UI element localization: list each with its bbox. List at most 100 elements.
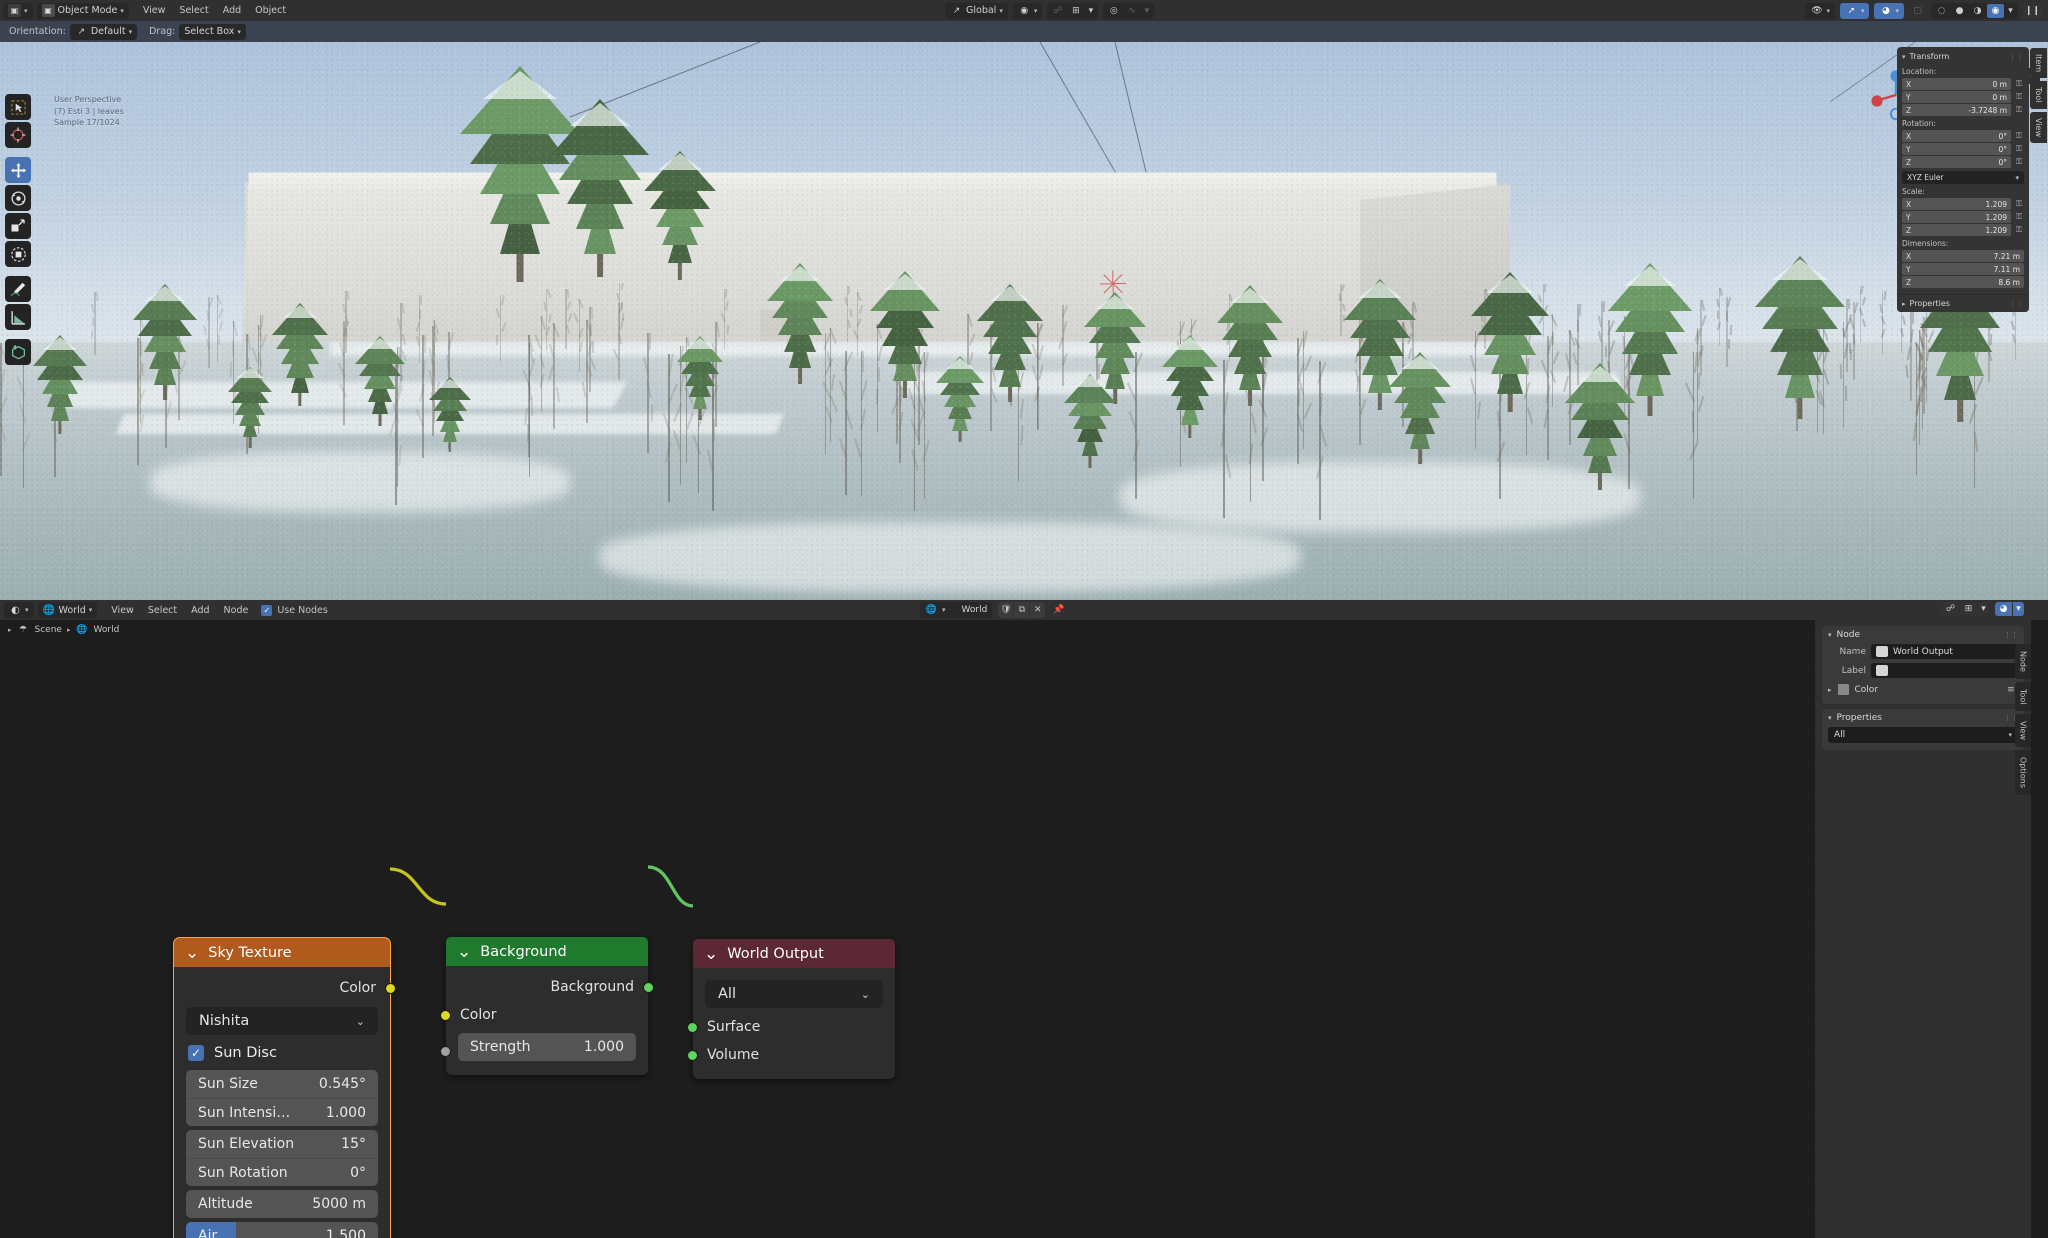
close-icon[interactable]: ✕ [1030,601,1046,618]
lock-icon[interactable]: ⚿ [2014,157,2024,168]
falloff-curve-icon[interactable]: ∿ [1123,4,1140,18]
menu-add[interactable]: Add [216,5,248,16]
node-dropdown[interactable]: All ⌄ [705,980,883,1008]
chevron-down-icon[interactable]: ▾ [1085,4,1096,18]
input-socket[interactable] [687,1049,698,1061]
lock-icon[interactable]: ⚿ [2014,225,2024,236]
transform-value-field[interactable]: Y 0 m [1902,91,2011,103]
node-header[interactable]: ⌄ Sky Texture [174,938,390,967]
tool-measure[interactable] [5,304,31,330]
node-field[interactable]: Altitude 5000 m [186,1190,378,1218]
node-tab-node[interactable]: Node [2015,644,2031,679]
input-socket[interactable] [440,1045,451,1057]
visibility-dropdown[interactable]: 👁 ▾ [1805,2,1835,19]
shader-type-dropdown[interactable]: 🌐 World ▾ [37,602,98,618]
lock-icon[interactable]: ⚿ [2014,144,2024,155]
use-nodes-toggle[interactable]: ✓ Use Nodes [261,604,328,616]
node-menu-select[interactable]: Select [141,605,184,616]
pin-icon[interactable]: 📌 [1051,602,1066,618]
proportional-edit-icon[interactable]: ◎ [1105,4,1122,18]
lock-icon[interactable]: ⚿ [2014,212,2024,223]
transform-value-field[interactable]: X 0° [1902,130,2011,142]
node-canvas[interactable]: ⌄ Sky Texture Color Nishita ⌄ ✓ Sun Disc Sun Si… [0,620,1815,1238]
tool-move[interactable] [5,157,31,183]
material-preview-shading-icon[interactable]: ◑ [1969,4,1986,18]
transform-value-field[interactable]: X 0 m [1902,78,2011,90]
node-menu-node[interactable]: Node [217,605,256,616]
node-menu-view[interactable]: View [104,605,141,616]
rotation-mode-dropdown[interactable]: XYZ Euler ▾ [1902,171,2024,184]
chevron-down-icon[interactable]: ▾ [2013,602,2024,616]
node-panel-header[interactable]: ▾ Node ⋮⋮ [1828,630,2018,644]
node-dropdown[interactable]: Nishita ⌄ [186,1007,378,1035]
breadcrumb-world[interactable]: World [93,625,119,635]
node-header[interactable]: ⌄ World Output [693,939,895,968]
lock-icon[interactable]: ⚿ [2014,131,2024,142]
lock-icon[interactable]: ⚿ [2014,105,2024,116]
properties-panel-header[interactable]: ▸ Properties ⋮⋮ [1897,294,2029,312]
transform-value-field[interactable]: Z -3.7248 m [1902,104,2011,116]
node-field[interactable]: Sun Size 0.545° [186,1070,378,1098]
snap-pivot-dropdown[interactable]: ◉ ▾ [1012,2,1043,19]
input-socket[interactable] [440,1009,451,1021]
menu-object[interactable]: Object [248,5,293,16]
properties-select[interactable]: All ▾ [1828,727,2018,743]
node-field[interactable]: Strength 1.000 [458,1033,636,1061]
tab-item[interactable]: Item [2030,48,2047,79]
node-color-row[interactable]: ▸ Color ≡• [1828,682,2019,697]
tool-cursor[interactable] [5,122,31,148]
chevron-down-icon[interactable]: ▾ [2005,4,2016,18]
duplicate-icon[interactable]: ⧉ [1014,601,1030,618]
properties-panel-header[interactable]: ▾ Properties ⋮⋮ [1828,713,2018,727]
transform-panel-header[interactable]: ▾ Transform ⋮⋮ [1902,51,2024,64]
checkbox-icon[interactable]: ✓ [188,1045,204,1061]
color-swatch[interactable] [1837,684,1849,695]
tab-tool[interactable]: Tool [2030,81,2047,109]
overlays-toggle[interactable]: ◕ ▾ [1874,2,1904,19]
chevron-down-icon[interactable]: ⌄ [457,943,471,960]
editor-type-button[interactable]: ▣ ▾ [3,2,33,19]
wireframe-shading-icon[interactable]: ◌ [1933,4,1950,18]
tool-tweak[interactable] [5,94,31,120]
snap-node-icon[interactable]: ⊞ [1960,602,1977,616]
node-label-input[interactable] [1871,663,2018,678]
node-sky-texture[interactable]: ⌄ Sky Texture Color Nishita ⌄ ✓ Sun Disc Sun Si… [173,937,396,1238]
editor-type-button[interactable]: ◐ ▾ [4,602,34,618]
node-field[interactable]: Sun Intensi… 1.000 [186,1098,378,1126]
output-socket[interactable] [643,981,654,993]
drag-mode-dropdown[interactable]: Select Box ▾ [179,23,246,40]
input-socket[interactable] [687,1021,698,1033]
lock-icon[interactable]: ⚿ [2014,199,2024,210]
node-tab-view[interactable]: View [2015,714,2031,748]
node-menu-add[interactable]: Add [184,605,216,616]
lock-icon[interactable]: ⚿ [2014,79,2024,90]
transform-value-field[interactable]: Z 8.6 m [1902,276,2024,288]
node-field[interactable]: Sun Rotation 0° [186,1158,378,1186]
node-field[interactable]: Sun Elevation 15° [186,1130,378,1158]
chevron-down-icon[interactable]: ▾ [1978,602,1989,616]
solid-shading-icon[interactable]: ● [1951,4,1968,18]
tab-view[interactable]: View [2030,111,2047,143]
world-datablock-field[interactable]: 🌐 ▾ World [920,601,993,618]
transform-value-field[interactable]: X 7.21 m [1902,250,2024,262]
tool-rotate[interactable] [5,185,31,211]
transform-value-field[interactable]: Z 0° [1902,156,2011,168]
snap-magnet-icon[interactable]: ☍ [1049,4,1066,18]
3d-viewport[interactable]: User Perspective (7) Esti 3 | leaves Sam… [0,42,2048,600]
output-socket[interactable] [385,982,396,994]
transform-orientation-dropdown[interactable]: ↗ Global ▾ [945,2,1008,19]
node-header[interactable]: ⌄ Background [446,937,648,966]
node-overlays-icon[interactable]: ◕ [1995,602,2012,616]
chevron-down-icon[interactable]: ⌄ [704,945,718,962]
shield-icon[interactable]: 🛡 [998,601,1014,618]
chevron-down-icon[interactable]: ⌄ [185,944,199,961]
tool-add-cube[interactable] [5,339,31,365]
transform-value-field[interactable]: Y 7.11 m [1902,263,2024,275]
transform-value-field[interactable]: Y 0° [1902,143,2011,155]
transform-value-field[interactable]: Z 1.209 [1902,224,2011,236]
menu-select[interactable]: Select [172,5,215,16]
node-world-output[interactable]: ⌄ World Output All ⌄ Surface Volume [687,939,895,1079]
node-tab-options[interactable]: Options [2015,750,2031,796]
node-slider[interactable]: Air 1.500 [186,1222,378,1238]
xray-toggle[interactable]: ▢ [1909,2,1926,19]
